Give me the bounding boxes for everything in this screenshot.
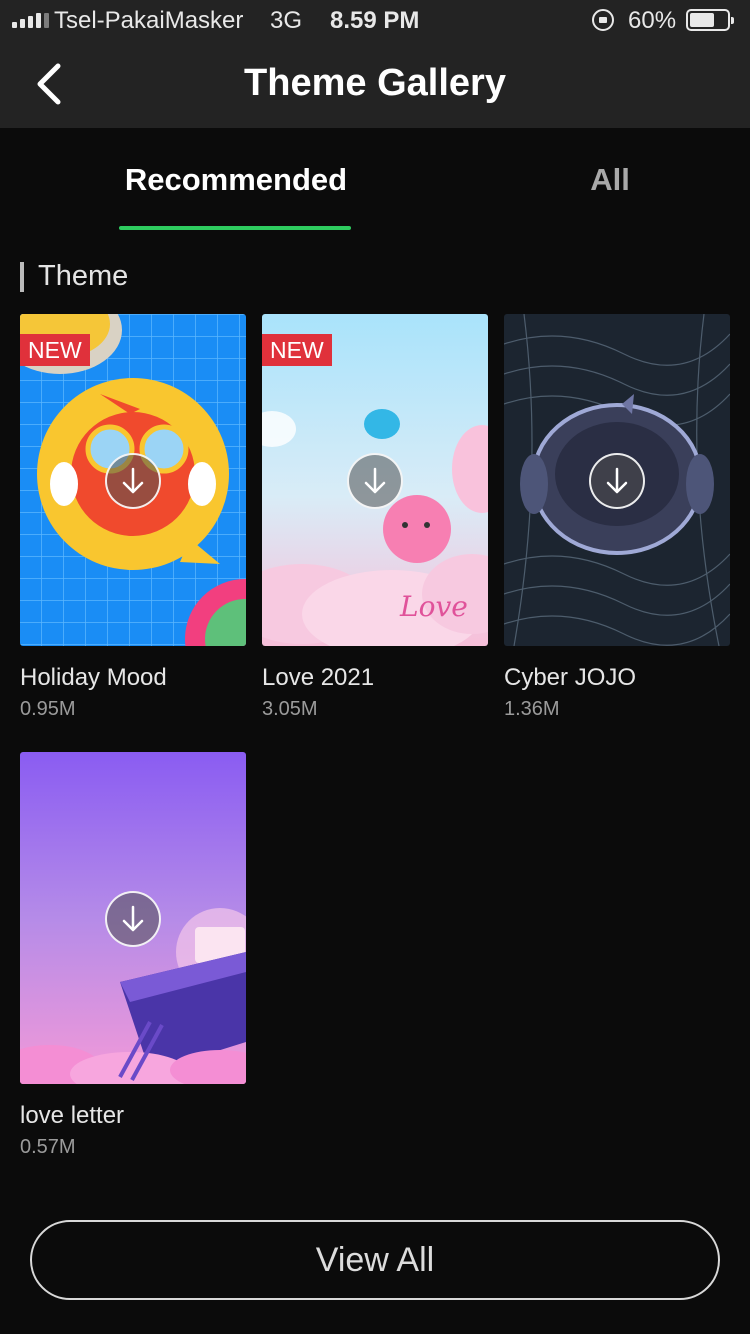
theme-size: 0.57M <box>20 1136 76 1158</box>
theme-card-cyber-jojo[interactable]: Cyber JOJO 1.36M <box>504 314 730 721</box>
status-bar: Tsel-PakaiMasker 3G 8.59 PM 60% <box>0 0 750 40</box>
theme-thumbnail[interactable] <box>504 314 730 646</box>
theme-card-love-2021[interactable]: Love NEW Love 2021 3.05M <box>262 314 488 721</box>
page-title: Theme Gallery <box>244 62 506 104</box>
signal-icon <box>12 12 49 28</box>
rotation-lock-icon <box>592 9 614 31</box>
nav-bar: Theme Gallery <box>0 40 750 128</box>
tab-bar: Recommended All <box>0 128 750 232</box>
clock: 8.59 PM <box>330 7 420 34</box>
theme-name: love letter <box>20 1102 125 1129</box>
battery-icon <box>686 9 734 31</box>
theme-size: 0.95M <box>20 698 76 720</box>
section-marker <box>20 262 24 292</box>
new-badge: NEW <box>20 334 90 366</box>
theme-name: Holiday Mood <box>20 664 167 691</box>
download-icon <box>122 467 144 494</box>
network-type: 3G <box>270 7 303 34</box>
battery-percent: 60% <box>628 7 677 34</box>
theme-card-love-letter[interactable]: love letter 0.57M <box>20 752 246 1159</box>
tab-recommended[interactable]: Recommended <box>120 162 352 198</box>
download-button[interactable] <box>589 453 645 509</box>
theme-name: Love 2021 <box>262 664 375 691</box>
theme-thumbnail[interactable] <box>20 752 246 1084</box>
tab-all[interactable]: All <box>560 162 660 198</box>
theme-card-holiday-mood[interactable]: NEW Holiday Mood 0.95M <box>20 314 246 721</box>
download-icon <box>606 467 628 494</box>
download-button[interactable] <box>105 891 161 947</box>
new-badge: NEW <box>262 334 332 366</box>
theme-size: 1.36M <box>504 698 560 720</box>
download-button[interactable] <box>347 453 403 509</box>
theme-name: Cyber JOJO <box>504 664 637 691</box>
theme-thumbnail[interactable]: NEW <box>20 314 246 646</box>
section-title: Theme <box>38 260 129 292</box>
download-button[interactable] <box>105 453 161 509</box>
view-all-button[interactable]: View All <box>30 1220 720 1300</box>
theme-size: 3.05M <box>262 698 318 720</box>
active-tab-indicator <box>119 226 351 230</box>
love-art-text: Love <box>399 590 468 623</box>
download-icon <box>364 467 386 494</box>
download-icon <box>122 905 144 932</box>
carrier-name: Tsel-PakaiMasker <box>54 7 244 34</box>
theme-thumbnail[interactable]: Love NEW <box>262 314 488 646</box>
